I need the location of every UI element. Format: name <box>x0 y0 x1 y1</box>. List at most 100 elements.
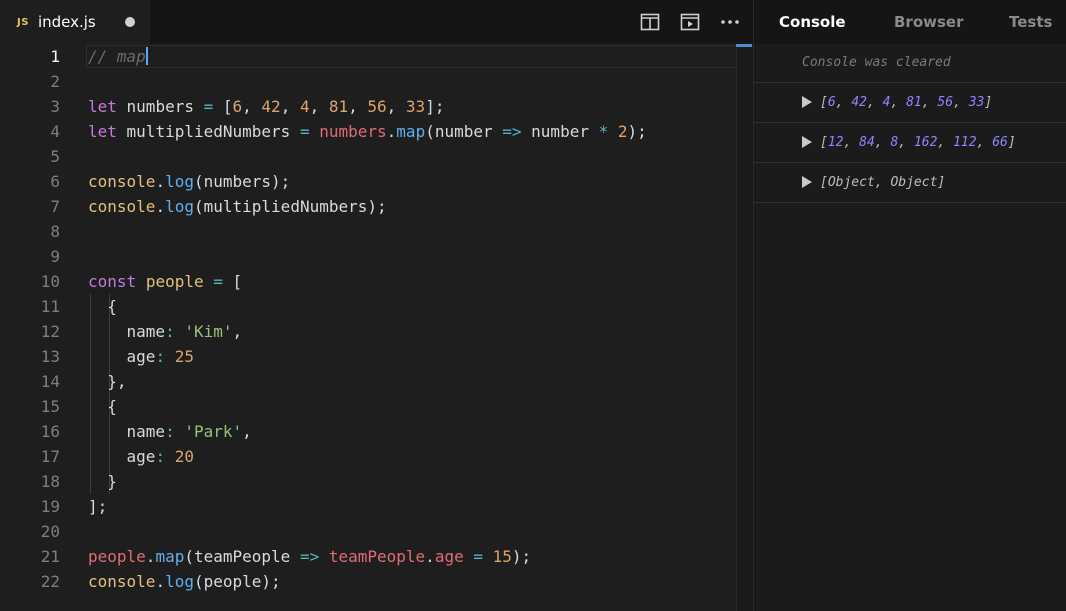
code-token: let <box>88 122 117 141</box>
console-entry[interactable]: [12, 84, 8, 162, 112, 66] <box>754 123 1066 163</box>
code-line[interactable]: let multipliedNumbers = numbers.map(numb… <box>88 119 647 144</box>
more-icon[interactable] <box>719 12 741 32</box>
line-number: 6 <box>50 172 60 191</box>
console-token: 6 <box>827 95 836 110</box>
unsaved-dot-icon[interactable] <box>125 17 135 27</box>
code-token: 6 <box>232 97 243 116</box>
code-token: (number <box>425 122 503 141</box>
code-token: : <box>155 447 166 466</box>
console-token: , <box>866 95 883 110</box>
code-line[interactable]: let numbers = [6, 42, 4, 81, 56, 33]; <box>88 94 647 119</box>
line-number: 17 <box>40 447 60 466</box>
code-line[interactable]: name: 'Park', <box>88 419 647 444</box>
code-line[interactable]: ]; <box>88 494 647 519</box>
preview-icon[interactable] <box>679 12 701 32</box>
code-token: { <box>88 297 117 316</box>
code-token: 81 <box>328 97 349 116</box>
code-line[interactable]: name: 'Kim', <box>88 319 647 344</box>
editor-scrollbar[interactable] <box>736 44 754 611</box>
code-token: console <box>88 197 156 216</box>
code-token: . <box>145 547 156 566</box>
code-line[interactable]: { <box>88 294 647 319</box>
expand-triangle-icon[interactable] <box>802 136 812 148</box>
line-number: 22 <box>40 572 60 591</box>
code-line[interactable]: // map <box>88 44 647 69</box>
console-token: , <box>898 135 914 150</box>
line-number: 9 <box>50 247 60 266</box>
console-token: , <box>953 95 969 110</box>
code-token: console <box>88 572 156 591</box>
code-editor[interactable]: // map let numbers = [6, 42, 4, 81, 56, … <box>88 44 647 594</box>
line-number: 20 <box>40 522 60 541</box>
code-line[interactable]: const people = [ <box>88 269 647 294</box>
console-token: [ <box>820 135 828 150</box>
tab-index-js[interactable]: JS index.js <box>0 0 150 44</box>
code-line[interactable]: people.map(teamPeople => teamPeople.age … <box>88 544 647 569</box>
code-line[interactable] <box>88 519 647 544</box>
tab-tests[interactable]: Tests <box>1009 0 1052 44</box>
code-token: 4 <box>299 97 310 116</box>
code-token: numbers <box>116 97 204 116</box>
code-token: , <box>348 97 368 116</box>
code-token: : <box>165 322 175 341</box>
code-token: [ <box>222 272 243 291</box>
console-token: , <box>976 135 993 150</box>
code-line[interactable] <box>88 69 647 94</box>
code-line[interactable]: console.log(people); <box>88 569 647 594</box>
line-number: 4 <box>50 122 60 141</box>
code-line[interactable]: } <box>88 469 647 494</box>
code-token: map <box>155 547 185 566</box>
code-line[interactable]: age: 25 <box>88 344 647 369</box>
code-token: age <box>434 547 464 566</box>
code-line[interactable]: { <box>88 394 647 419</box>
code-token: { <box>88 397 117 416</box>
console-token: 56 <box>937 95 954 110</box>
console-token: , <box>890 95 907 110</box>
code-token: // map <box>88 47 146 66</box>
code-token: . <box>155 572 166 591</box>
code-token: , <box>309 97 329 116</box>
console-token: 33 <box>968 95 985 110</box>
code-line[interactable] <box>88 219 647 244</box>
code-line[interactable] <box>88 144 647 169</box>
line-number: 5 <box>50 147 60 166</box>
expand-triangle-icon[interactable] <box>802 96 812 108</box>
line-number: 16 <box>40 422 60 441</box>
console-entry[interactable]: [6, 42, 4, 81, 56, 33] <box>754 83 1066 123</box>
console-entry[interactable]: [Object, Object] <box>754 163 1066 203</box>
code-token: age <box>88 347 156 366</box>
tab-filename: index.js <box>37 13 96 31</box>
code-line[interactable]: }, <box>88 369 647 394</box>
code-token: const <box>88 272 137 291</box>
code-line[interactable]: console.log(numbers); <box>88 169 647 194</box>
code-line[interactable]: age: 20 <box>88 444 647 469</box>
tab-console[interactable]: Console <box>779 0 846 44</box>
code-line[interactable] <box>88 244 647 269</box>
code-token: log <box>165 197 194 216</box>
line-number: 3 <box>50 97 60 116</box>
code-token: 25 <box>174 347 194 366</box>
console-token: 81 <box>906 95 922 110</box>
code-token: , <box>386 97 406 116</box>
split-editor-icon[interactable] <box>639 12 661 32</box>
code-token: people <box>145 272 204 291</box>
editor-tab-bar: JS index.js <box>0 0 753 44</box>
code-token: ); <box>627 122 647 141</box>
code-token: (people); <box>193 572 281 591</box>
console-entry-value: [12, 84, 8, 162, 112, 66] <box>820 135 1016 150</box>
code-token: ]; <box>425 97 445 116</box>
console-token: [ <box>820 95 828 110</box>
code-token: => <box>299 547 320 566</box>
code-token: log <box>165 172 194 191</box>
code-token: 'Kim' <box>184 322 233 341</box>
line-number: 10 <box>40 272 60 291</box>
expand-triangle-icon[interactable] <box>802 176 812 188</box>
code-line[interactable]: console.log(multipliedNumbers); <box>88 194 647 219</box>
tab-browser[interactable]: Browser <box>894 0 964 44</box>
